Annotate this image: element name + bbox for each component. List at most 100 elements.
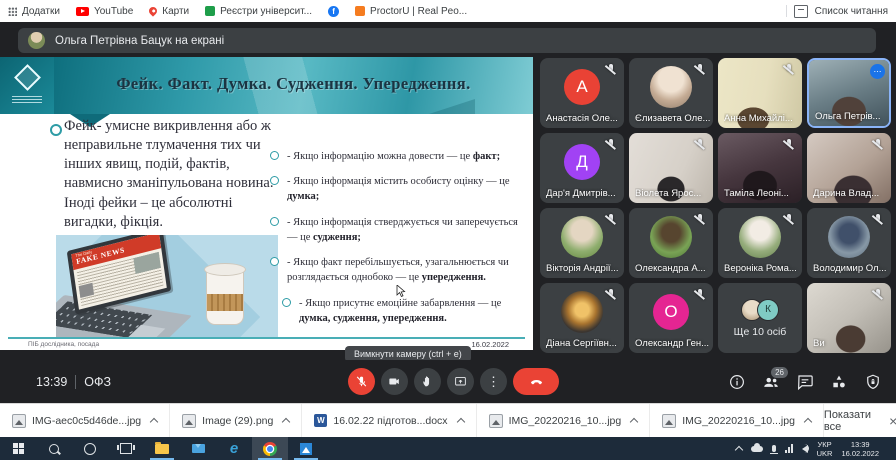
language-indicator[interactable]: УКР UKR bbox=[817, 440, 833, 458]
camera-icon bbox=[389, 378, 399, 385]
volume-icon[interactable] bbox=[801, 443, 809, 453]
slide-bullet: - Якщо інформація містить особисту оцінк… bbox=[270, 174, 526, 204]
avatar bbox=[650, 216, 692, 259]
download-file-name: IMG-aec0c5d46de...jpg bbox=[32, 414, 142, 427]
bookmark-facebook[interactable]: f bbox=[328, 5, 340, 17]
participants-grid: А Анастасія Оле... Єлизавета Оле... Анна… bbox=[540, 58, 891, 353]
avatar-initial: К bbox=[757, 298, 779, 321]
mic-muted-icon bbox=[782, 138, 795, 151]
more-participants-tile[interactable]: К Ще 10 осіб bbox=[718, 283, 802, 353]
more-options-button[interactable]: ⋮ bbox=[480, 368, 507, 395]
mic-button[interactable] bbox=[348, 368, 375, 395]
tile-menu-icon[interactable]: ⋯ bbox=[870, 64, 885, 79]
participant-tile[interactable]: Володимир Ол... bbox=[807, 208, 891, 278]
download-item[interactable]: IMG_20220216_10...jpg bbox=[650, 404, 824, 437]
clock-time: 13:39 bbox=[850, 439, 870, 449]
more-vertical-icon: ⋮ bbox=[487, 374, 500, 389]
download-menu-chevron[interactable] bbox=[629, 417, 639, 427]
participant-tile[interactable]: Д Дар'я Дмитрів... bbox=[540, 133, 624, 203]
search-button[interactable] bbox=[36, 437, 72, 460]
avatar bbox=[739, 216, 781, 259]
participant-name: Вікторія Андрії... bbox=[546, 263, 619, 274]
participant-tile[interactable]: Єлизавета Оле... bbox=[629, 58, 713, 128]
participant-tile[interactable]: Вікторія Андрії... bbox=[540, 208, 624, 278]
bookmark-label: ProctorU | Real Peo... bbox=[370, 5, 468, 17]
edge-button[interactable]: e bbox=[216, 437, 252, 460]
tray-mic-icon[interactable] bbox=[769, 445, 778, 454]
download-item[interactable]: IMG-aec0c5d46de...jpg bbox=[0, 404, 171, 437]
slide-title: Фейк. Факт. Думка. Судження. Упередження… bbox=[116, 73, 471, 93]
participants-icon[interactable]: 26 bbox=[762, 366, 788, 391]
word-file-icon: W bbox=[314, 414, 328, 427]
avatar-initial: Д bbox=[576, 152, 588, 172]
youtube-icon bbox=[75, 6, 89, 16]
activities-icon[interactable] bbox=[830, 373, 848, 391]
camera-button[interactable] bbox=[381, 368, 408, 395]
participant-tile[interactable]: Віолета Ярос... bbox=[629, 133, 713, 203]
start-button[interactable] bbox=[0, 437, 36, 460]
participant-tile[interactable]: О Олександр Ген... bbox=[629, 283, 713, 353]
onedrive-cloud-icon[interactable] bbox=[750, 442, 763, 452]
host-controls-icon[interactable] bbox=[864, 373, 882, 391]
network-icon[interactable] bbox=[784, 444, 793, 453]
mic-muted-icon bbox=[693, 288, 706, 301]
show-all-downloads-button[interactable]: Показати все bbox=[824, 409, 871, 433]
participant-tile-presenter[interactable]: ⋯ Ольга Петрів... bbox=[807, 58, 891, 128]
bookmark-youtube[interactable]: YouTube bbox=[75, 5, 134, 17]
participant-tile[interactable]: Діана Сергіївн... bbox=[540, 283, 624, 353]
bookmark-proctoru[interactable]: ProctorU | Real Peo... bbox=[355, 6, 467, 17]
reading-list-icon bbox=[793, 4, 808, 18]
slide-definition: Фейк- умисне викривлення або ж неправиль… bbox=[64, 118, 274, 230]
photos-button[interactable] bbox=[288, 437, 324, 460]
chat-icon[interactable] bbox=[796, 373, 814, 391]
participant-tile[interactable]: Олександра А... bbox=[629, 208, 713, 278]
participant-tile[interactable]: Дарина Влад... bbox=[807, 133, 891, 203]
slide-bullet: - Якщо присутнє емоційне забарвлення — ц… bbox=[270, 296, 526, 326]
mail-button[interactable] bbox=[180, 437, 216, 460]
meeting-details-icon[interactable] bbox=[728, 373, 746, 391]
apps-grid-icon bbox=[8, 6, 17, 16]
bookmark-label: YouTube bbox=[93, 5, 134, 17]
bookmark-maps[interactable]: Карти bbox=[147, 5, 189, 17]
download-menu-chevron[interactable] bbox=[456, 417, 465, 427]
bullet-bold: думка, судження, упередження. bbox=[299, 312, 447, 324]
proctoru-icon bbox=[355, 6, 366, 16]
slide-bullet-list: - Якщо інформацію можна довести — це фак… bbox=[270, 149, 526, 326]
close-downloads-icon[interactable]: × bbox=[889, 414, 896, 428]
file-explorer-button[interactable] bbox=[144, 437, 180, 460]
avatar: Д bbox=[564, 144, 600, 181]
self-view-tile[interactable]: Ви bbox=[807, 283, 891, 353]
meeting-code: ОФЗ bbox=[84, 374, 112, 389]
reading-list-button[interactable]: Список читання bbox=[815, 6, 888, 17]
download-menu-chevron[interactable] bbox=[149, 417, 159, 427]
bookmark-apps[interactable]: Додатки bbox=[8, 6, 60, 17]
download-menu-chevron[interactable] bbox=[803, 417, 813, 427]
participant-name: Вероніка Рома... bbox=[724, 263, 797, 274]
download-item[interactable]: IMG_20220216_10...jpg bbox=[477, 404, 651, 437]
hidden-icons-chevron[interactable] bbox=[734, 445, 743, 454]
logo-text-lines bbox=[12, 96, 42, 104]
download-item[interactable]: W 16.02.22 підготов...docx bbox=[302, 404, 477, 437]
cortana-button[interactable] bbox=[72, 437, 108, 460]
bullet-circle bbox=[270, 257, 279, 267]
raise-hand-button[interactable] bbox=[414, 368, 441, 395]
participant-tile[interactable]: Таміла Леоні... bbox=[718, 133, 802, 203]
slide-footer-line bbox=[8, 337, 525, 339]
avatar bbox=[650, 66, 692, 109]
presenting-banner: Ольга Петрівна Бацук на екрані bbox=[18, 28, 876, 53]
task-view-button[interactable] bbox=[108, 437, 144, 460]
participant-tile[interactable]: А Анастасія Оле... bbox=[540, 58, 624, 128]
download-item[interactable]: Image (29).png bbox=[170, 404, 303, 437]
present-button[interactable] bbox=[447, 368, 474, 395]
bullet-bold: упередження. bbox=[421, 272, 486, 284]
leave-call-button[interactable] bbox=[513, 368, 559, 395]
coffee-cup-sleeve bbox=[207, 294, 243, 311]
participant-name: Діана Сергіївн... bbox=[546, 338, 617, 349]
chrome-button[interactable] bbox=[252, 437, 288, 460]
clock[interactable]: 13:39 16.02.2022 bbox=[841, 440, 879, 458]
bookmark-registry[interactable]: Реєстри університ... bbox=[205, 6, 312, 17]
download-menu-chevron[interactable] bbox=[282, 417, 291, 427]
present-screen-icon bbox=[455, 376, 466, 386]
participant-tile[interactable]: Вероніка Рома... bbox=[718, 208, 802, 278]
participant-tile[interactable]: Анна Михайлі... bbox=[718, 58, 802, 128]
